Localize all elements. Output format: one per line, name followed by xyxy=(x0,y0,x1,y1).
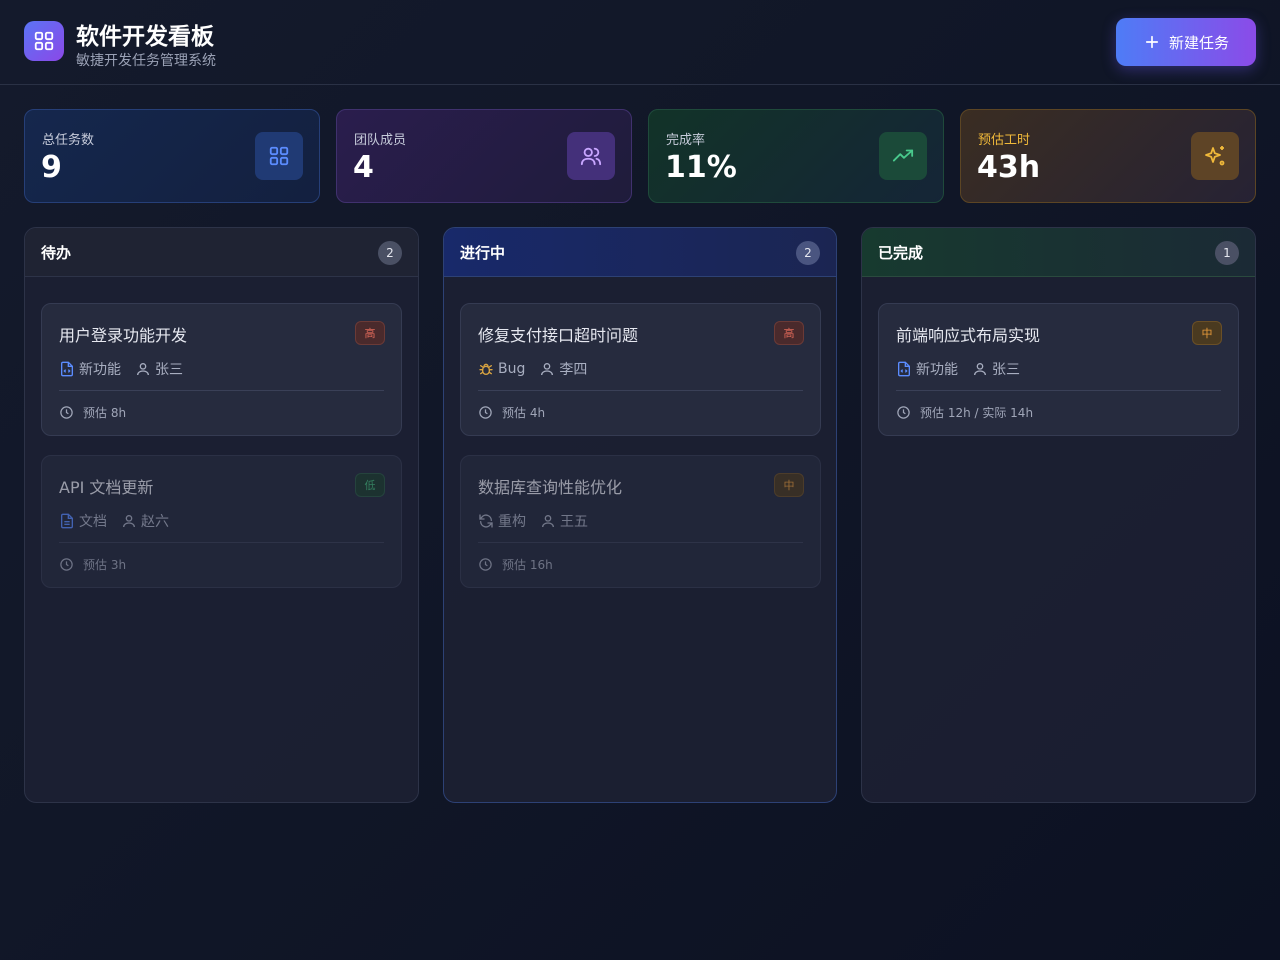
task-assignee: 张三 xyxy=(992,362,1020,378)
app-header: 软件开发看板 敏捷开发任务管理系统 新建任务 xyxy=(0,0,1280,85)
task-type: 重构 xyxy=(498,514,526,530)
column-header: 已完成 1 xyxy=(862,228,1255,277)
bug-icon xyxy=(478,361,494,377)
task-meta: 重构 王五 xyxy=(478,511,588,531)
task-estimate-row: 预估 16h xyxy=(478,556,553,573)
user-icon xyxy=(540,513,556,529)
stat-team-members: 团队成员 4 xyxy=(336,109,632,203)
stat-label: 总任务数 xyxy=(42,133,95,148)
task-type: 新功能 xyxy=(916,362,958,378)
grid-icon xyxy=(255,132,303,180)
task-meta: Bug 李四 xyxy=(478,359,587,379)
stat-value: 9 xyxy=(41,150,62,185)
user-icon xyxy=(121,513,137,529)
task-meta: 新功能 张三 xyxy=(59,359,183,379)
card-divider xyxy=(478,542,803,543)
task-assignee: 王五 xyxy=(560,514,588,530)
stat-value: 4 xyxy=(353,150,374,185)
new-task-label: 新建任务 xyxy=(1168,33,1229,52)
column-header: 待办 2 xyxy=(25,228,418,277)
column-count-badge: 2 xyxy=(796,241,820,265)
column-header: 进行中 2 xyxy=(444,228,836,277)
task-estimate: 预估 4h xyxy=(502,406,546,420)
task-title: 前端响应式布局实现 xyxy=(896,326,1041,345)
task-type: 文档 xyxy=(79,514,107,530)
task-assignee: 张三 xyxy=(155,362,183,378)
clock-icon xyxy=(59,405,74,420)
stat-value: 43h xyxy=(977,150,1041,185)
stat-total-tasks: 总任务数 9 xyxy=(24,109,320,203)
task-title: 数据库查询性能优化 xyxy=(478,478,623,497)
app-title: 软件开发看板 xyxy=(76,24,214,50)
task-meta: 新功能 张三 xyxy=(896,359,1020,379)
task-estimate-row: 预估 8h xyxy=(59,404,126,421)
app-subtitle: 敏捷开发任务管理系统 xyxy=(76,53,216,69)
task-estimate: 预估 8h xyxy=(83,406,127,420)
task-title: API 文档更新 xyxy=(59,478,154,497)
card-divider xyxy=(478,390,803,391)
stat-label: 预估工时 xyxy=(978,133,1031,148)
column-count-badge: 2 xyxy=(378,241,402,265)
stat-estimated-hours: 预估工时 43h xyxy=(960,109,1256,203)
card-divider xyxy=(59,542,384,543)
priority-badge: 高 xyxy=(355,321,385,345)
task-estimate: 预估 3h xyxy=(83,558,127,572)
task-type: Bug xyxy=(498,361,526,377)
task-card[interactable]: 前端响应式布局实现 中 新功能 张三 预估 12h / 实际 14h xyxy=(878,303,1239,436)
clock-icon xyxy=(478,557,493,572)
task-estimate-row: 预估 4h xyxy=(478,404,545,421)
clock-icon xyxy=(896,405,911,420)
task-estimate-row: 预估 3h xyxy=(59,556,126,573)
plus-icon xyxy=(1143,33,1161,51)
column-in-progress: 进行中 2 修复支付接口超时问题 高 Bug 李四 预估 4h 数据库查询性能优… xyxy=(443,227,837,803)
task-card[interactable]: 用户登录功能开发 高 新功能 张三 预估 8h xyxy=(41,303,402,436)
clock-icon xyxy=(59,557,74,572)
priority-badge: 中 xyxy=(774,473,804,497)
task-assignee: 赵六 xyxy=(141,514,169,530)
column-title: 进行中 xyxy=(460,243,506,262)
file-code-icon xyxy=(896,361,912,377)
priority-badge: 中 xyxy=(1192,321,1222,345)
column-done: 已完成 1 前端响应式布局实现 中 新功能 张三 预估 12h / 实际 14h xyxy=(861,227,1256,803)
file-code-icon xyxy=(59,361,75,377)
task-card[interactable]: 修复支付接口超时问题 高 Bug 李四 预估 4h xyxy=(460,303,821,436)
trending-up-icon xyxy=(879,132,927,180)
stat-label: 团队成员 xyxy=(354,133,407,148)
task-estimate: 预估 12h / 实际 14h xyxy=(920,406,1034,420)
task-title: 修复支付接口超时问题 xyxy=(478,326,639,345)
task-type: 新功能 xyxy=(79,362,121,378)
card-divider xyxy=(59,390,384,391)
new-task-button[interactable]: 新建任务 xyxy=(1116,18,1256,66)
stat-label: 完成率 xyxy=(666,133,706,148)
column-todo: 待办 2 用户登录功能开发 高 新功能 张三 预估 8h API 文档更新 低 xyxy=(24,227,419,803)
column-title: 待办 xyxy=(41,243,72,262)
column-title: 已完成 xyxy=(878,243,924,262)
task-card[interactable]: API 文档更新 低 文档 赵六 预估 3h xyxy=(41,455,402,588)
task-estimate: 预估 16h xyxy=(502,558,553,572)
user-icon xyxy=(972,361,988,377)
column-count-badge: 1 xyxy=(1215,241,1239,265)
priority-badge: 高 xyxy=(774,321,804,345)
card-divider xyxy=(896,390,1221,391)
stat-value: 11% xyxy=(665,150,737,185)
sparkles-icon xyxy=(1191,132,1239,180)
task-title: 用户登录功能开发 xyxy=(59,326,188,345)
task-card[interactable]: 数据库查询性能优化 中 重构 王五 预估 16h xyxy=(460,455,821,588)
app-logo-icon xyxy=(24,21,64,61)
user-icon xyxy=(539,361,555,377)
task-assignee: 李四 xyxy=(559,362,588,378)
task-meta: 文档 赵六 xyxy=(59,511,169,531)
clock-icon xyxy=(478,405,493,420)
users-icon xyxy=(567,132,615,180)
refresh-icon xyxy=(478,513,494,529)
task-estimate-row: 预估 12h / 实际 14h xyxy=(896,404,1033,421)
stat-completion-rate: 完成率 11% xyxy=(648,109,944,203)
priority-badge: 低 xyxy=(355,473,385,497)
user-icon xyxy=(135,361,151,377)
file-text-icon xyxy=(59,513,75,529)
